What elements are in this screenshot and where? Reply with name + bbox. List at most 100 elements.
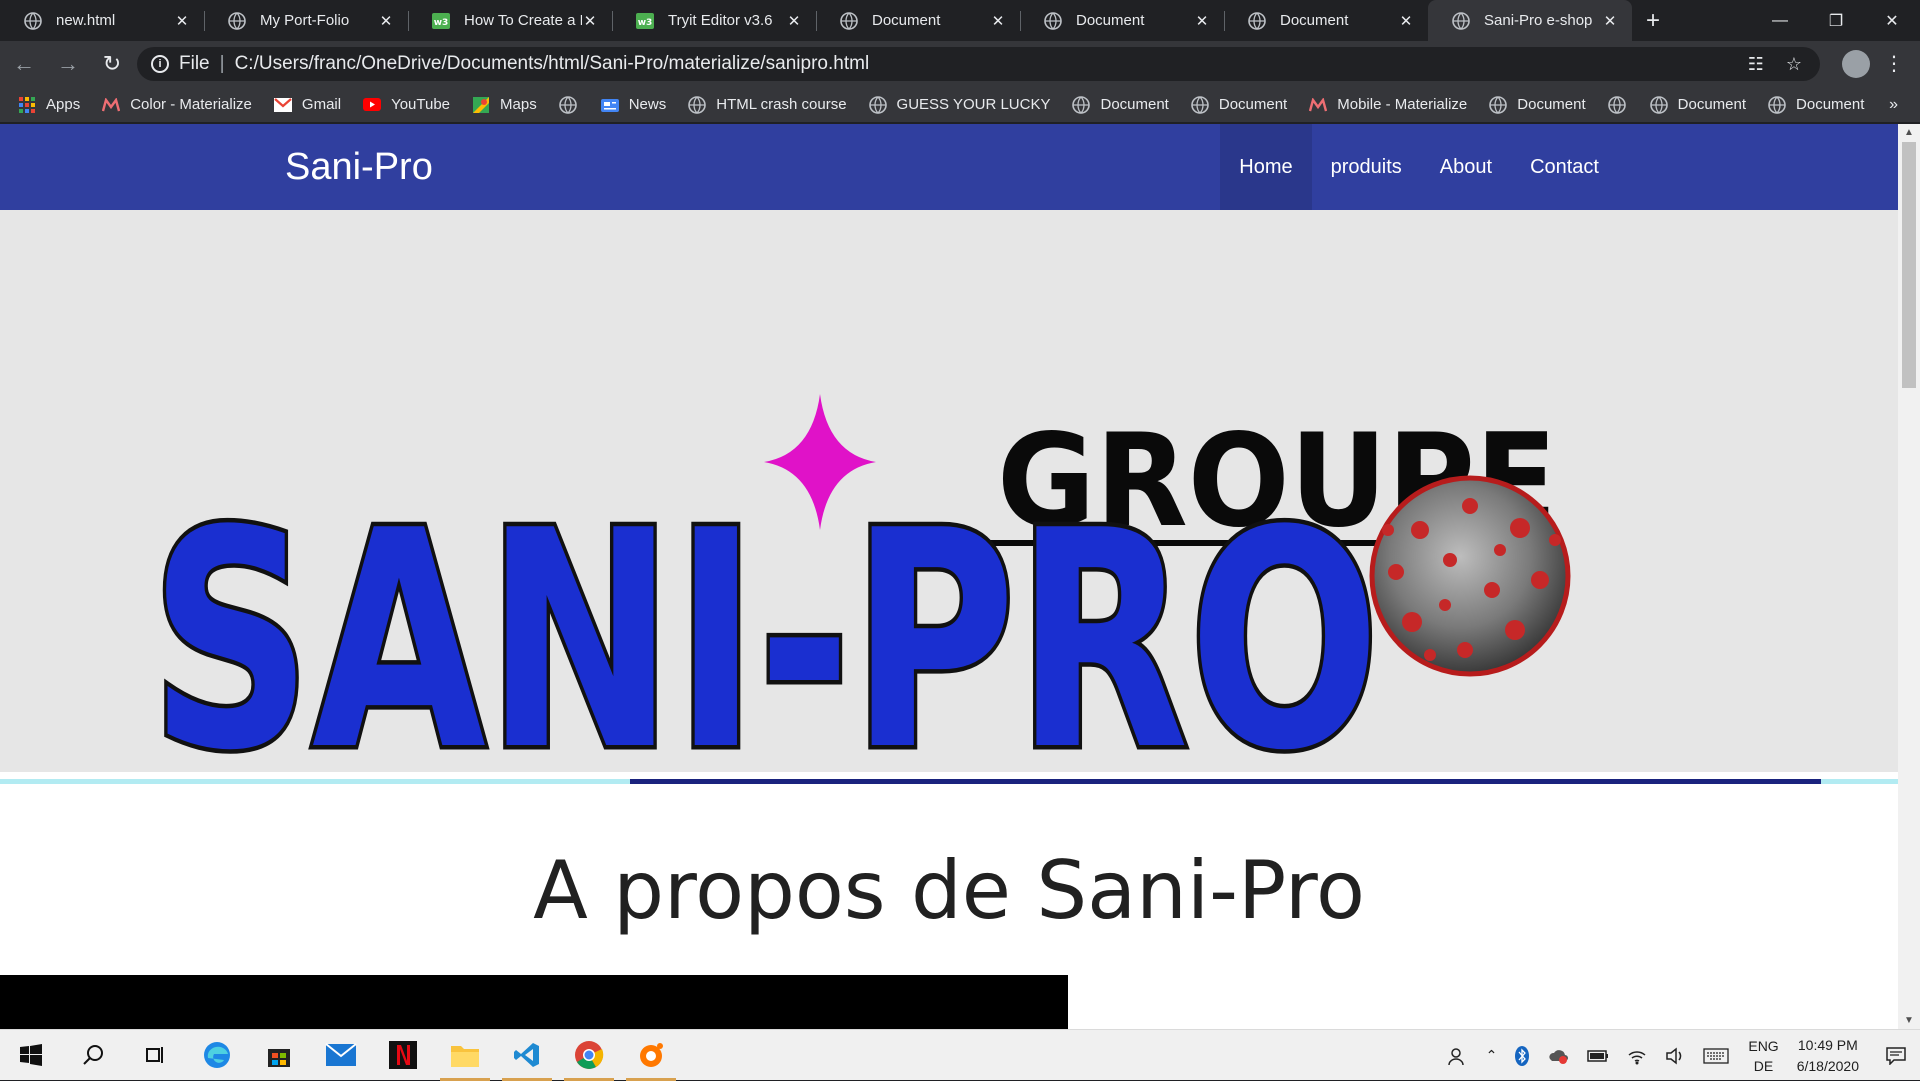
bookmark-item[interactable]: Maps — [472, 96, 537, 114]
netflix-icon[interactable] — [372, 1030, 434, 1081]
browser-menu-icon[interactable]: ⋮ — [1884, 51, 1904, 77]
bluetooth-icon[interactable] — [1515, 1045, 1530, 1066]
bookmark-item[interactable]: Apps — [18, 96, 80, 114]
close-tab-icon[interactable]: ✕ — [1194, 12, 1210, 30]
browser-tab[interactable]: My Port-Folio ✕ — [204, 0, 408, 41]
keyboard-icon[interactable] — [1703, 1047, 1730, 1064]
bookmark-item[interactable]: Mobile - Materialize — [1309, 96, 1467, 114]
address-separator: | — [219, 53, 225, 74]
materialize-icon — [1309, 96, 1328, 114]
scroll-up-icon[interactable]: ▲ — [1898, 124, 1920, 141]
bookmark-item[interactable] — [558, 95, 587, 114]
browser-tab[interactable]: Document ✕ — [1020, 0, 1224, 41]
bookmark-label: Document — [1100, 96, 1169, 113]
browser-tab[interactable]: Document ✕ — [816, 0, 1020, 41]
reload-button[interactable]: ↻ — [92, 44, 132, 84]
bookmark-label: News — [628, 96, 667, 113]
edge-icon[interactable] — [186, 1030, 248, 1081]
minimize-button[interactable]: — — [1752, 0, 1808, 41]
clock[interactable]: 10:49 PM 6/18/2020 — [1797, 1035, 1859, 1077]
close-tab-icon[interactable]: ✕ — [378, 12, 394, 30]
browser-toolbar: ← → ↻ i File | C:/Users/franc/OneDrive/D… — [0, 41, 1920, 87]
forward-button[interactable]: → — [48, 44, 88, 84]
globe-icon — [558, 95, 577, 114]
scrollbar-thumb[interactable] — [1902, 142, 1916, 388]
logo-main-text: SANI-PRO — [150, 467, 1380, 772]
bookmark-item[interactable]: HTML crash course — [688, 95, 847, 114]
avast-icon[interactable] — [620, 1030, 682, 1081]
bookmark-item[interactable]: Gmail — [273, 96, 341, 114]
close-tab-icon[interactable]: ✕ — [990, 12, 1006, 30]
profile-avatar[interactable] — [1842, 50, 1870, 78]
browser-tab[interactable]: Document ✕ — [1224, 0, 1428, 41]
search-icon[interactable] — [62, 1030, 124, 1081]
bookmark-item[interactable] — [1607, 95, 1636, 114]
language-code: ENG — [1748, 1037, 1779, 1054]
site-info-icon[interactable]: i — [151, 55, 169, 73]
nav-link-home[interactable]: Home — [1220, 124, 1312, 210]
globe-icon — [1768, 95, 1786, 114]
scroll-down-icon[interactable]: ▼ — [1898, 1012, 1920, 1029]
translate-icon[interactable]: ☷ — [1748, 54, 1764, 75]
hero-banner: GROUPE SANI-PRO — [0, 210, 1898, 821]
video-placeholder[interactable] — [0, 975, 1068, 1029]
bookmark-item[interactable]: YouTube — [363, 96, 450, 114]
bookmark-item[interactable]: GUESS YOUR LUCKY — [868, 95, 1050, 114]
file-explorer-icon[interactable] — [434, 1030, 496, 1081]
address-url[interactable]: C:/Users/franc/OneDrive/Documents/html/S… — [235, 53, 870, 75]
globe-icon — [1452, 11, 1470, 30]
globe-icon — [1489, 95, 1508, 114]
people-icon[interactable] — [1447, 1046, 1468, 1066]
close-tab-icon[interactable]: ✕ — [786, 12, 802, 30]
new-tab-button[interactable]: + — [1632, 0, 1674, 41]
language-indicator[interactable]: ENG DE — [1748, 1036, 1778, 1076]
windows-start-icon[interactable] — [0, 1030, 62, 1081]
wifi-icon[interactable] — [1627, 1047, 1647, 1065]
bookmark-item[interactable]: News — [600, 96, 667, 114]
chrome-icon[interactable] — [558, 1030, 620, 1081]
close-tab-icon[interactable]: ✕ — [174, 12, 190, 30]
onedrive-error-icon[interactable] — [1547, 1047, 1569, 1065]
nav-link-about[interactable]: About — [1421, 124, 1511, 210]
notifications-icon[interactable] — [1886, 1046, 1906, 1065]
bookmark-star-icon[interactable]: ☆ — [1786, 54, 1802, 75]
w3-icon: w3 — [636, 12, 654, 30]
vscode-icon[interactable] — [496, 1030, 558, 1081]
globe-icon — [1044, 11, 1062, 30]
browser-tab[interactable]: w3 Tryit Editor v3.6 ✕ — [612, 0, 816, 41]
bookmarks-overflow-button[interactable]: » — [1889, 96, 1898, 114]
browser-tab[interactable]: new.html ✕ — [0, 0, 204, 41]
close-window-button[interactable]: ✕ — [1864, 0, 1920, 41]
nav-link-produits[interactable]: produits — [1312, 124, 1421, 210]
bookmark-item[interactable]: Document — [1768, 95, 1864, 114]
brand-logo[interactable]: Sani-Pro — [285, 146, 433, 189]
globe-icon — [840, 11, 858, 30]
browser-tab[interactable]: Sani-Pro e-shop ✕ — [1428, 0, 1632, 41]
task-view-icon[interactable] — [124, 1030, 186, 1081]
store-icon[interactable] — [248, 1030, 310, 1081]
page-scrollbar[interactable]: ▲ ▼ — [1898, 124, 1920, 1029]
clock-time: 10:49 PM — [1797, 1036, 1858, 1053]
browser-tab[interactable]: w3 How To Create a P ✕ — [408, 0, 612, 41]
bookmark-item[interactable]: Document — [1649, 95, 1746, 114]
bookmark-item[interactable]: Document — [1191, 95, 1287, 114]
address-bar[interactable]: i File | C:/Users/franc/OneDrive/Documen… — [137, 47, 1820, 81]
close-tab-icon[interactable]: ✕ — [1398, 12, 1414, 30]
volume-icon[interactable] — [1665, 1046, 1685, 1065]
restore-button[interactable]: ❐ — [1808, 0, 1864, 41]
globe-icon — [24, 11, 42, 30]
nav-link-contact[interactable]: Contact — [1511, 124, 1618, 210]
materialize-icon — [102, 96, 121, 114]
close-tab-icon[interactable]: ✕ — [582, 12, 598, 30]
bookmark-item[interactable]: Document — [1072, 95, 1169, 114]
w3-icon: w3 — [432, 12, 450, 30]
chevron-up-icon[interactable]: ⌃ — [1486, 1047, 1498, 1064]
bookmark-item[interactable]: Document — [1489, 95, 1586, 114]
globe-icon — [1072, 95, 1091, 114]
mail-icon[interactable] — [310, 1030, 372, 1081]
battery-icon[interactable] — [1587, 1049, 1609, 1063]
bookmark-item[interactable]: Color - Materialize — [102, 96, 252, 114]
back-button[interactable]: ← — [4, 44, 44, 84]
system-tray: ⌃ ENG DE 10:49 PM 6/18/2020 — [1439, 1030, 1920, 1081]
close-tab-icon[interactable]: ✕ — [1602, 12, 1618, 30]
